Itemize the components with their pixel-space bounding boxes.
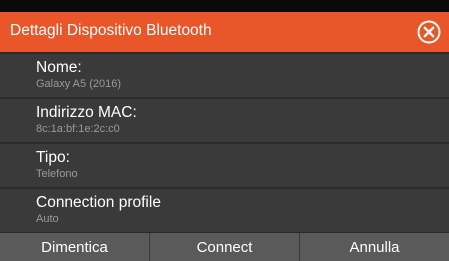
field-name: Nome: Galaxy A5 (2016): [0, 54, 449, 97]
field-connection-profile-value: Auto: [36, 213, 59, 225]
top-strip: [0, 0, 449, 12]
close-icon: [417, 20, 441, 44]
field-type-label: Tipo:: [36, 149, 70, 166]
dialog-title: Dettagli Dispositivo Bluetooth: [10, 22, 212, 39]
field-connection-profile-label: Connection profile: [36, 194, 161, 211]
close-button[interactable]: [417, 20, 441, 44]
bluetooth-device-details-dialog: Dettagli Dispositivo Bluetooth Nome: Gal…: [0, 12, 449, 261]
cancel-button[interactable]: Annulla: [300, 233, 449, 261]
field-name-label: Nome:: [36, 59, 82, 76]
field-type-value: Telefono: [36, 168, 78, 180]
dialog-title-bar: Dettagli Dispositivo Bluetooth: [0, 12, 449, 52]
field-connection-profile[interactable]: Connection profile Auto: [0, 189, 449, 232]
field-type: Tipo: Telefono: [0, 144, 449, 187]
field-mac-address: Indirizzo MAC: 8c:1a:bf:1e:2c:c0: [0, 99, 449, 142]
dialog-button-bar: Dimentica Connect Annulla: [0, 233, 449, 261]
field-mac-address-label: Indirizzo MAC:: [36, 104, 137, 121]
connect-button[interactable]: Connect: [150, 233, 300, 261]
field-name-value: Galaxy A5 (2016): [36, 78, 121, 90]
field-mac-address-value: 8c:1a:bf:1e:2c:c0: [36, 123, 120, 135]
forget-button[interactable]: Dimentica: [0, 233, 150, 261]
